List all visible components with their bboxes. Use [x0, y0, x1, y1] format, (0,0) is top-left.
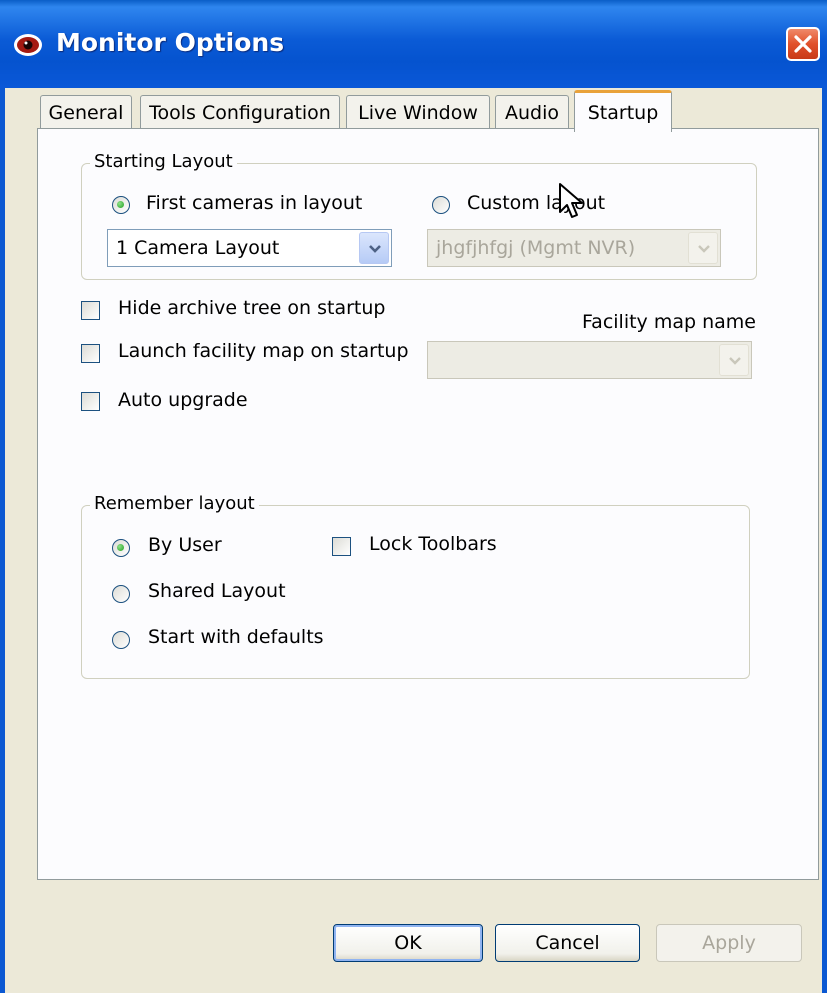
- by-user-radio[interactable]: [112, 539, 130, 557]
- tab-startup-label: Startup: [587, 101, 659, 124]
- auto-upgrade-label: Auto upgrade: [118, 389, 248, 411]
- hide-archive-tree-label: Hide archive tree on startup: [118, 297, 386, 319]
- dropdown-arrow-button[interactable]: [359, 232, 389, 264]
- starting-layout-group-label: Starting Layout: [90, 151, 237, 172]
- first-cameras-label: First cameras in layout: [146, 192, 363, 214]
- tab-startup[interactable]: Startup: [574, 90, 672, 132]
- hide-archive-tree-checkbox[interactable]: [81, 301, 100, 320]
- by-user-label: By User: [148, 534, 222, 556]
- cancel-button-label: Cancel: [535, 932, 600, 954]
- ok-button[interactable]: OK: [333, 924, 483, 962]
- chevron-down-icon: [729, 357, 741, 365]
- tab-audio-label: Audio: [504, 101, 559, 124]
- launch-facility-map-checkbox[interactable]: [81, 344, 100, 363]
- close-icon: [794, 35, 812, 53]
- eye-icon: [14, 34, 42, 56]
- chevron-down-icon: [698, 245, 710, 253]
- startup-tab-panel: Starting Layout First cameras in layout …: [37, 128, 819, 880]
- lock-toolbars-label: Lock Toolbars: [369, 533, 497, 555]
- remember-layout-group-label: Remember layout: [90, 493, 259, 514]
- tab-live-window-label: Live Window: [358, 101, 478, 124]
- tab-general[interactable]: General: [40, 95, 132, 129]
- window-border-left: [0, 88, 5, 993]
- first-cameras-radio[interactable]: [112, 196, 130, 214]
- custom-layout-dropdown[interactable]: jhgfjhfgj (Mgmt NVR): [427, 229, 721, 267]
- apply-button[interactable]: Apply: [656, 924, 802, 962]
- camera-layout-value: 1 Camera Layout: [116, 237, 280, 259]
- camera-layout-dropdown[interactable]: 1 Camera Layout: [107, 229, 392, 267]
- custom-layout-radio[interactable]: [432, 196, 450, 214]
- dropdown-arrow-button[interactable]: [688, 232, 718, 264]
- start-with-defaults-radio[interactable]: [112, 631, 130, 649]
- tab-tools-configuration-label: Tools Configuration: [149, 101, 331, 124]
- close-button[interactable]: [786, 27, 820, 61]
- ok-button-label: OK: [394, 932, 422, 954]
- dropdown-arrow-button[interactable]: [719, 344, 749, 376]
- launch-facility-map-label: Launch facility map on startup: [118, 340, 409, 362]
- radio-selected-dot: [117, 544, 124, 551]
- window-title: Monitor Options: [56, 28, 285, 57]
- shared-layout-label: Shared Layout: [148, 580, 286, 602]
- mouse-pointer-icon: [559, 183, 583, 218]
- facility-map-dropdown[interactable]: [427, 341, 752, 379]
- shared-layout-radio[interactable]: [112, 585, 130, 603]
- tab-tools-configuration[interactable]: Tools Configuration: [140, 95, 340, 129]
- lock-toolbars-checkbox[interactable]: [332, 537, 351, 556]
- window-border-right: [822, 88, 827, 993]
- facility-map-name-label: Facility map name: [582, 311, 756, 333]
- monitor-options-dialog: Monitor Options General Tools Configurat…: [0, 0, 827, 993]
- cancel-button[interactable]: Cancel: [495, 924, 640, 962]
- start-with-defaults-label: Start with defaults: [148, 626, 324, 648]
- radio-selected-dot: [117, 201, 124, 208]
- tab-general-label: General: [48, 101, 124, 124]
- title-bar[interactable]: Monitor Options: [0, 0, 827, 88]
- apply-button-label: Apply: [702, 932, 756, 954]
- tab-live-window[interactable]: Live Window: [346, 95, 490, 129]
- auto-upgrade-checkbox[interactable]: [81, 392, 100, 411]
- custom-layout-value: jhgfjhfgj (Mgmt NVR): [436, 237, 636, 259]
- tab-audio[interactable]: Audio: [495, 95, 569, 129]
- chevron-down-icon: [369, 245, 381, 253]
